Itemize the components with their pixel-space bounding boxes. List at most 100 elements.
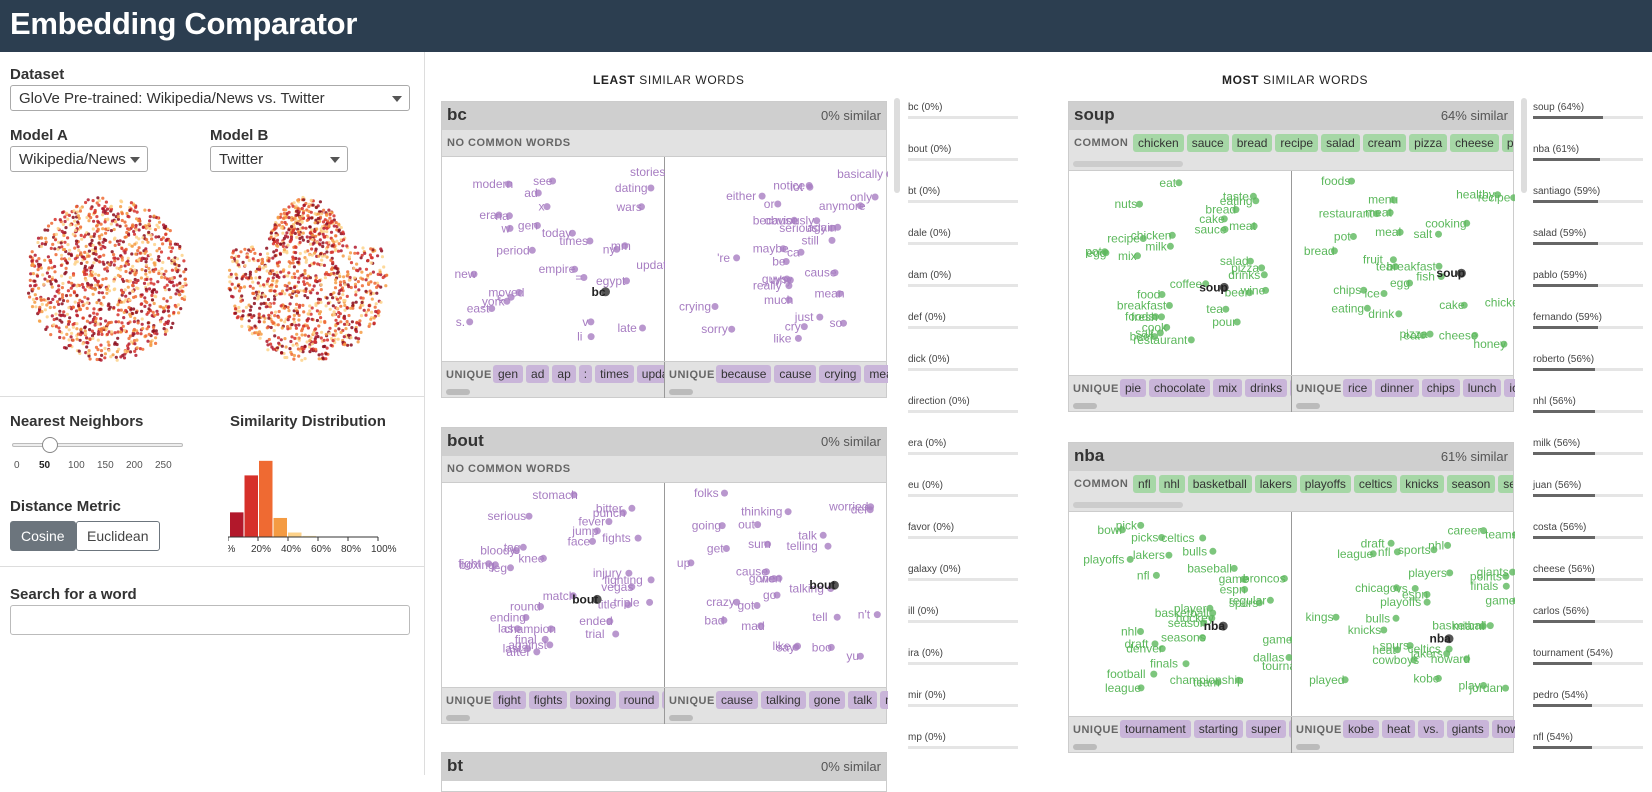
word-point[interactable] (819, 531, 827, 539)
word-point[interactable] (528, 246, 536, 254)
common-word-chip[interactable]: nhl (1158, 475, 1185, 493)
word-point[interactable] (1444, 541, 1452, 549)
common-word-chip[interactable]: pizza (1409, 134, 1448, 152)
word-point[interactable] (784, 508, 792, 516)
similarity-list-item[interactable]: costa (56%) (1533, 522, 1643, 542)
word-point[interactable] (1126, 555, 1134, 563)
neighbor-scatter[interactable]: eateatingtastebreadnutscakemeatchicken sa… (1069, 171, 1292, 376)
word-point[interactable] (612, 630, 620, 638)
common-word-chip[interactable]: salad (1321, 134, 1360, 152)
word-point[interactable] (828, 224, 836, 232)
word-point[interactable] (721, 489, 728, 497)
model-a-overview-scatter[interactable] (15, 187, 200, 372)
word-point[interactable] (1380, 626, 1388, 634)
word-point[interactable] (873, 611, 881, 619)
similarity-list-item[interactable]: pablo (59%) (1533, 270, 1643, 290)
word-point[interactable] (753, 602, 761, 609)
euclidean-button[interactable]: Euclidean (76, 521, 160, 551)
word-point[interactable] (722, 545, 730, 552)
neighbor-scatter[interactable]: pickbowlcelticspickslakers bullsplayoffsb… (1069, 512, 1292, 717)
unique-word-chip[interactable]: chips (1421, 379, 1460, 397)
word-card[interactable]: bt 0% similar (441, 752, 887, 792)
word-point[interactable] (546, 641, 554, 649)
similarity-list-item[interactable]: juan (56%) (1533, 480, 1643, 500)
word-point[interactable] (1446, 569, 1454, 577)
word-point[interactable] (605, 518, 613, 526)
unique-word-chip[interactable]: : (578, 365, 593, 383)
unique-word-chip[interactable]: chocolate (1149, 379, 1211, 397)
horizontal-scrollbar[interactable] (1073, 161, 1183, 167)
similarity-list-item[interactable]: tournament (54%) (1533, 648, 1643, 668)
slider-handle[interactable] (42, 437, 58, 453)
search-input[interactable] (10, 605, 410, 635)
word-point[interactable] (639, 324, 646, 332)
model-a-select[interactable]: Wikipedia/News (10, 146, 148, 172)
unique-word-chip[interactable]: pie (1120, 379, 1147, 397)
similarity-list-item[interactable]: salad (59%) (1533, 228, 1643, 248)
word-point[interactable] (1249, 192, 1257, 200)
word-point[interactable] (1392, 614, 1400, 622)
horizontal-scrollbar[interactable] (669, 715, 693, 721)
word-point[interactable] (1209, 609, 1217, 617)
word-point[interactable] (1209, 547, 1217, 555)
similarity-list-item[interactable]: soup (64%) (1533, 102, 1643, 122)
word-point[interactable] (1152, 571, 1160, 579)
word-point[interactable] (507, 564, 514, 572)
word-point[interactable] (1165, 551, 1173, 559)
unique-word-chip[interactable]: vs. (1418, 720, 1444, 738)
word-point[interactable] (1137, 521, 1145, 529)
word-point[interactable] (816, 313, 824, 321)
common-word-chip[interactable]: chicken (1133, 134, 1184, 152)
unique-word-chip[interactable]: round (618, 691, 660, 709)
word-card[interactable]: nba 61% similar COMMON nfl nhl basketball lake… (1068, 442, 1515, 753)
similarity-list-item[interactable]: nfl (54%) (1533, 732, 1643, 752)
word-point[interactable] (1182, 660, 1190, 668)
word-point[interactable] (646, 598, 654, 606)
common-word-chip[interactable]: knicks (1400, 475, 1444, 493)
similarity-list-item[interactable]: pedro (54%) (1533, 690, 1643, 710)
word-point[interactable] (754, 521, 762, 529)
word-point[interactable] (634, 534, 642, 542)
common-word-chip[interactable]: cheese (1450, 134, 1499, 152)
common-word-chip[interactable]: pot (1501, 134, 1513, 152)
word-point[interactable] (1510, 194, 1515, 202)
unique-word-chip[interactable]: dinner (1375, 379, 1419, 397)
similarity-list-item[interactable]: dale (0%) (908, 228, 1018, 248)
unique-word-chip[interactable]: rice (1343, 379, 1373, 397)
word-point[interactable] (828, 236, 836, 244)
common-word-chip[interactable]: sauce (1186, 134, 1229, 152)
similarity-list-item[interactable]: eu (0%) (908, 480, 1018, 500)
unique-word-chip[interactable]: crying (819, 365, 862, 383)
unique-word-chip[interactable]: heat (1382, 720, 1416, 738)
similarity-list-item[interactable]: cheese (56%) (1533, 564, 1643, 584)
unique-word-chip[interactable]: cause (774, 365, 817, 383)
word-point[interactable] (1380, 290, 1388, 297)
word-point[interactable] (1165, 302, 1173, 309)
unique-word-chip[interactable]: giants (1446, 720, 1489, 738)
similarity-list-item[interactable]: mp (0%) (908, 732, 1018, 752)
horizontal-scrollbar[interactable] (1296, 403, 1320, 409)
similarity-list-item[interactable]: santiago (59%) (1533, 186, 1643, 206)
word-point[interactable] (647, 576, 655, 584)
common-word-chip[interactable]: playoffs (1299, 475, 1351, 493)
word-point[interactable] (1166, 242, 1174, 250)
unique-word-chip[interactable]: kobe (1343, 720, 1380, 738)
unique-word-chip[interactable]: super (1246, 720, 1287, 738)
most-list-scrollbar[interactable] (1521, 98, 1527, 193)
word-point[interactable] (1502, 684, 1509, 692)
word-point[interactable] (774, 200, 782, 208)
unique-word-chip[interactable]: update (636, 365, 664, 383)
horizontal-scrollbar[interactable] (1073, 502, 1183, 508)
word-point[interactable] (1349, 233, 1357, 240)
unique-word-chip[interactable]: times (595, 365, 634, 383)
unique-word-chip[interactable]: cause (716, 691, 759, 709)
word-point[interactable] (794, 334, 802, 342)
word-point[interactable] (1486, 622, 1494, 630)
common-word-chip[interactable]: celtics (1353, 475, 1398, 493)
similarity-list-item[interactable]: galaxy (0%) (908, 564, 1018, 584)
horizontal-scrollbar[interactable] (1073, 403, 1097, 409)
word-point[interactable] (466, 318, 474, 326)
word-point[interactable] (805, 182, 813, 189)
word-point[interactable] (1175, 179, 1183, 187)
similarity-list-item[interactable]: era (0%) (908, 438, 1018, 458)
